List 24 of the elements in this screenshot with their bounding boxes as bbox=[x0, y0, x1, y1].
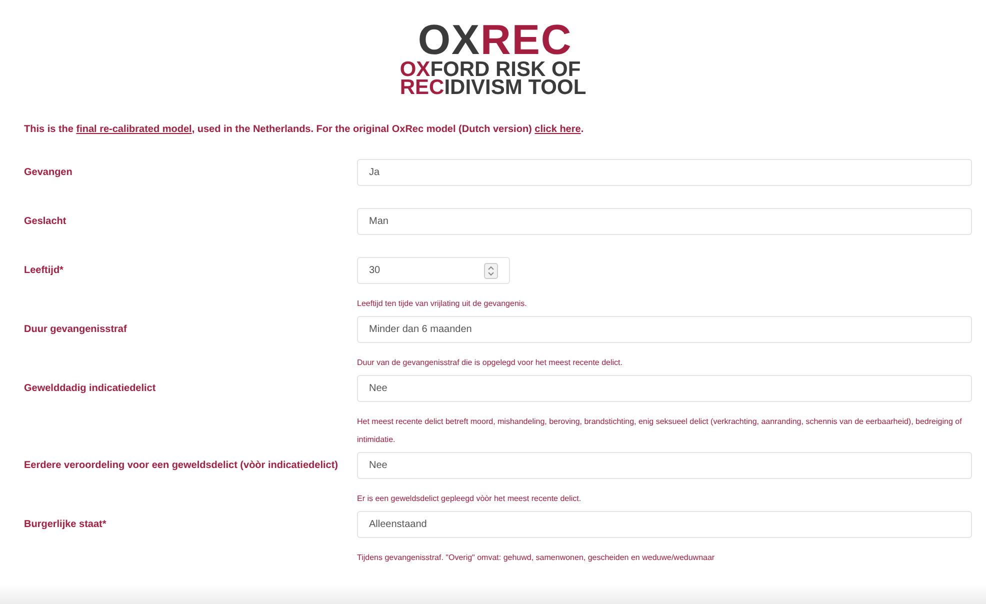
field-label: Gewelddadig indicatiedelict bbox=[24, 382, 157, 396]
help-text: Het meest recente delict betreft moord, mishandeling, beroving, brandstichting, enig seksueel delict (verkrachting, aanranding, schennis van de eerbaarheid), bedreiging of intimidatie. bbox=[357, 416, 963, 446]
field-label: Geslacht bbox=[24, 215, 68, 229]
select-field[interactable]: Man bbox=[357, 208, 972, 235]
link[interactable]: final re-calibrated model bbox=[76, 124, 192, 135]
help-text: Er is een geweldsdelict gepleegd vòòr het meest recente delict. bbox=[357, 493, 582, 505]
field-label: Duur gevangenisstraf bbox=[24, 323, 128, 337]
link[interactable]: click here bbox=[534, 124, 581, 135]
select-field[interactable]: Alleenstaand bbox=[357, 511, 972, 538]
select-field[interactable]: Minder dan 6 maanden bbox=[357, 316, 972, 343]
field-label: Eerdere veroordeling voor een geweldsdelict (vòòr indicatiedelict) bbox=[24, 459, 339, 473]
help-text: Duur van de gevangenisstraf die is opgelegd voor het meest recente delict. bbox=[357, 357, 624, 369]
field-label: Leeftijd* bbox=[24, 264, 64, 278]
help-text: Leeftijd ten tijde van vrijlating uit de gevangenis. bbox=[357, 298, 528, 310]
select-field[interactable]: Ja bbox=[357, 159, 972, 186]
select-field[interactable]: Nee bbox=[357, 375, 972, 402]
logo: OXREC OXFORD RISK OF RECIDIVISM TOOL bbox=[400, 19, 586, 97]
field-label: Gevangen bbox=[24, 166, 74, 180]
select-field[interactable]: Nee bbox=[357, 452, 972, 479]
help-text: Tijdens gevangenisstraf. "Overig" omvat: gehuwd, samenwonen, gescheiden en weduwe/weduwnaar bbox=[357, 552, 716, 564]
number-input[interactable]: 30 bbox=[357, 257, 510, 284]
intro-text: This is the final re-calibrated model, used in the Netherlands. For the original OxRec model (Dutch version) click here. bbox=[23, 123, 585, 137]
field-label: Burgerlijke staat* bbox=[24, 518, 108, 532]
spinner-icon[interactable] bbox=[484, 262, 498, 278]
